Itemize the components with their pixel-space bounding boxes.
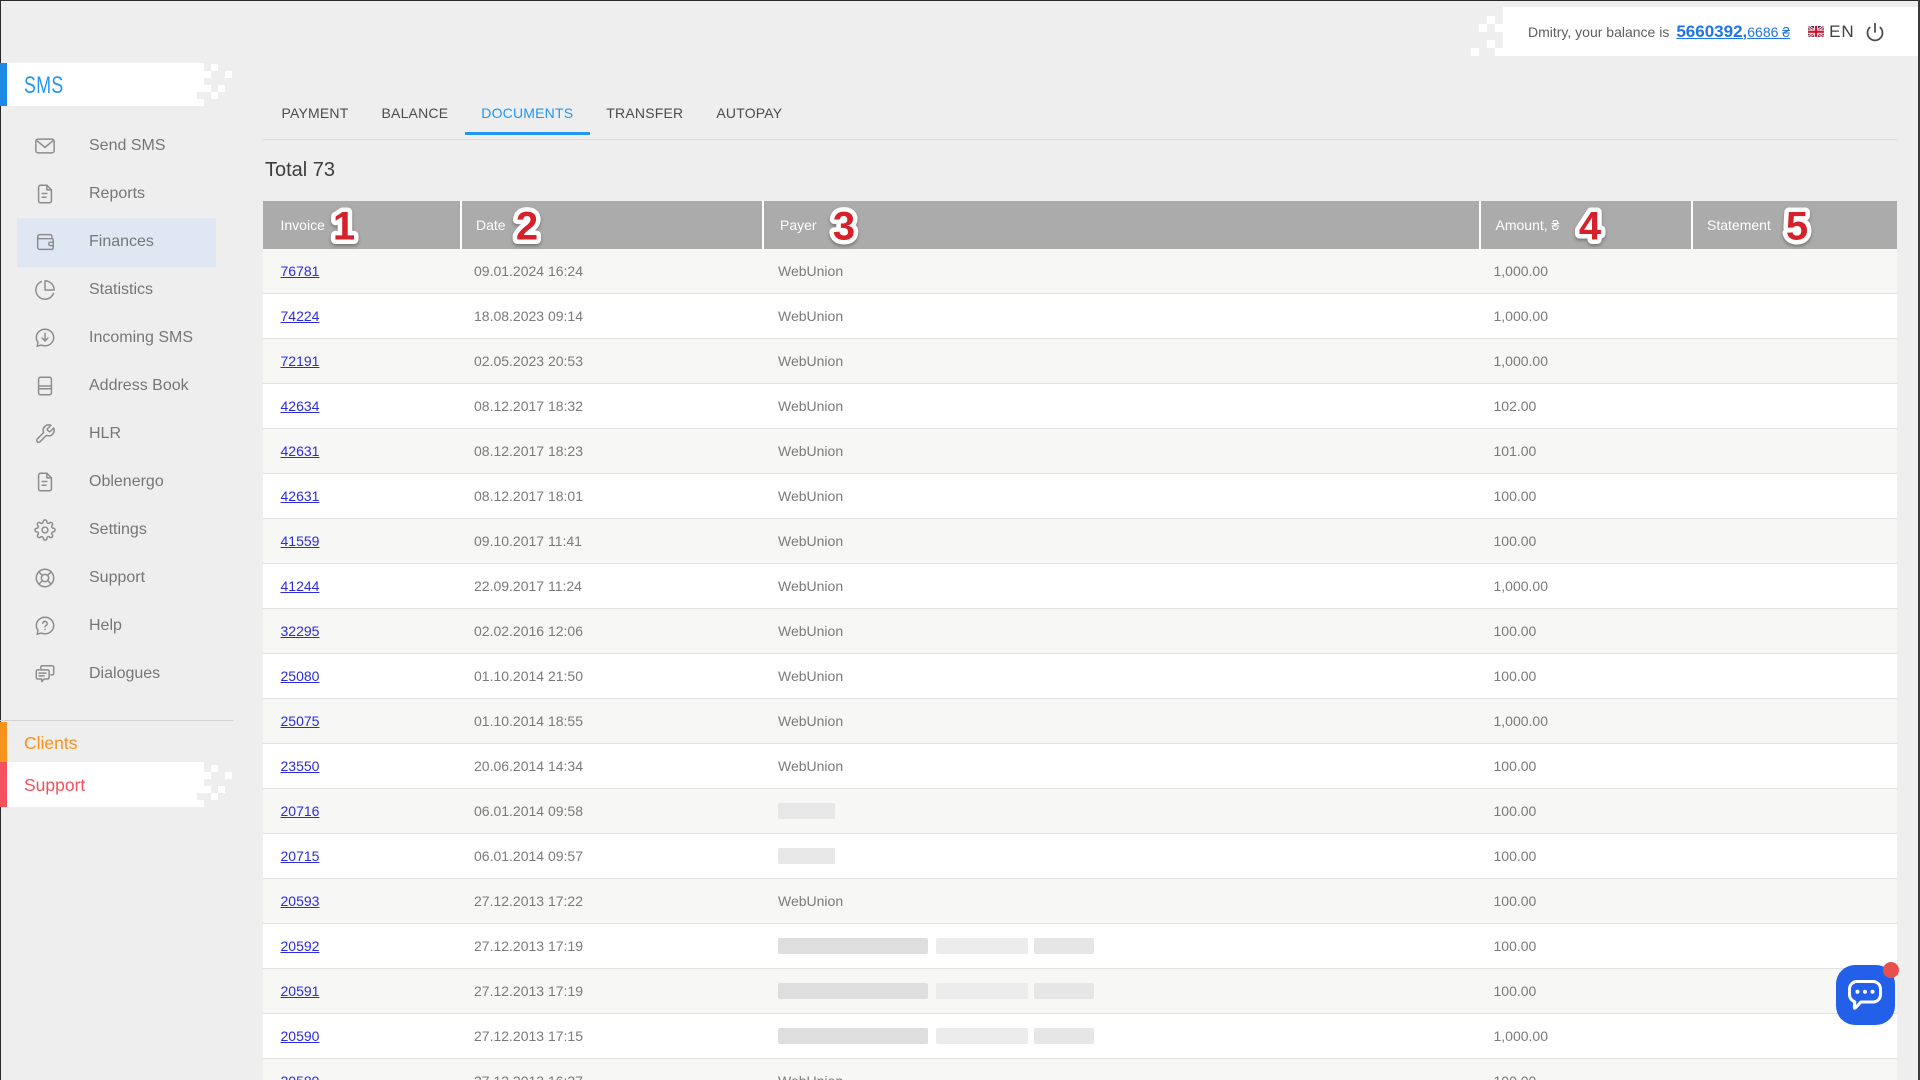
svg-text:4: 4 <box>1579 205 1602 249</box>
svg-text:3: 3 <box>832 205 854 249</box>
svg-text:1: 1 <box>333 205 355 249</box>
svg-text:5: 5 <box>1786 205 1808 249</box>
svg-text:2: 2 <box>516 205 538 249</box>
